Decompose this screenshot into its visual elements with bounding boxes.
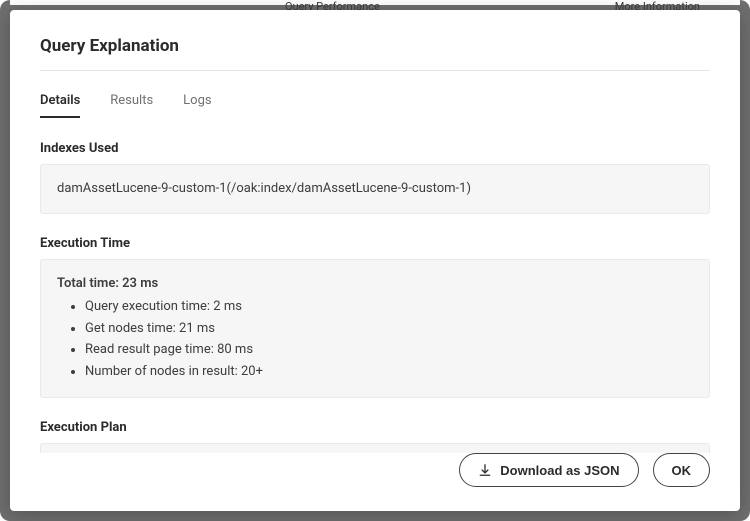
divider (40, 70, 710, 71)
indexes-used-heading: Indexes Used (40, 141, 710, 156)
exec-time-item: Read result page time: 80 ms (85, 340, 693, 360)
execution-time-panel: Total time: 23 ms Query execution time: … (40, 259, 710, 399)
execution-plan-heading: Execution Plan (40, 420, 710, 435)
download-json-label: Download as JSON (500, 463, 619, 478)
ok-label: OK (672, 463, 692, 478)
total-time: Total time: 23 ms (57, 274, 693, 294)
bg-more: More Information (615, 0, 700, 5)
execution-time-heading: Execution Time (40, 236, 710, 251)
execution-time-list: Query execution time: 2 ms Get nodes tim… (57, 297, 693, 381)
exec-time-item: Get nodes time: 21 ms (85, 319, 693, 339)
ok-button[interactable]: OK (653, 453, 711, 487)
exec-time-item: Number of nodes in result: 20+ (85, 362, 693, 382)
indexes-used-panel: damAssetLucene-9-custom-1(/oak:index/dam… (40, 164, 710, 214)
exec-time-item: Query execution time: 2 ms (85, 297, 693, 317)
tab-bar: Details Results Logs (40, 93, 710, 119)
dialog-title: Query Explanation (40, 36, 710, 56)
download-json-button[interactable]: Download as JSON (459, 453, 638, 487)
tab-logs[interactable]: Logs (183, 93, 211, 118)
query-explanation-dialog: Query Explanation Details Results Logs I… (10, 10, 740, 511)
background-header: Query Performance More Information (10, 0, 740, 5)
execution-plan-panel: [dam:Asset] as [a] /* lucene:damAssetLuc… (40, 443, 710, 453)
tab-details[interactable]: Details (40, 93, 80, 118)
download-icon (478, 463, 492, 477)
dialog-footer: Download as JSON OK (10, 453, 740, 511)
indexes-used-value: damAssetLucene-9-custom-1(/oak:index/dam… (57, 181, 471, 196)
bg-title: Query Performance (285, 0, 380, 5)
tab-results[interactable]: Results (110, 93, 153, 118)
